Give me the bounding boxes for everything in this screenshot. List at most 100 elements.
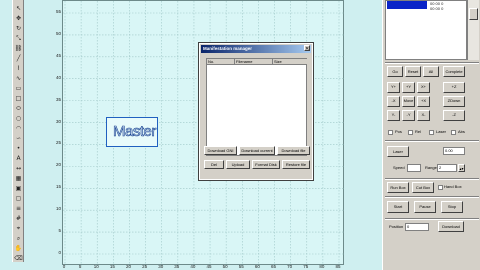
divider xyxy=(385,62,479,64)
scrollbar-thumb[interactable] xyxy=(469,8,478,20)
jog-left-button[interactable]: -X xyxy=(387,96,400,107)
snap-icon[interactable]: ⌖ xyxy=(14,224,23,233)
pause-button[interactable]: Pause xyxy=(414,201,436,213)
pos-checkbox-label: Pos xyxy=(395,129,402,134)
grid-icon[interactable]: # xyxy=(14,214,23,223)
column-header-no[interactable]: No. xyxy=(207,59,235,65)
text-icon[interactable]: A xyxy=(14,154,23,163)
laser-button[interactable]: Laser xyxy=(387,146,409,157)
move-icon[interactable]: ✥ xyxy=(14,14,23,23)
jog-up-button[interactable]: +Y xyxy=(402,82,415,93)
abs-checkbox[interactable] xyxy=(451,130,456,135)
dimension-icon[interactable]: ↔ xyxy=(14,164,23,173)
x-tick-label: 50 xyxy=(222,264,228,269)
y-tick-label: 5 xyxy=(58,228,61,234)
abs-checkbox-label: Abs xyxy=(458,129,465,134)
layer-list-scrollbar[interactable] xyxy=(467,0,479,60)
stop-button[interactable]: Stop xyxy=(441,201,463,213)
close-icon[interactable]: ✕ xyxy=(304,45,310,52)
z-down-button[interactable]: -Z xyxy=(443,110,465,121)
reset-button[interactable]: Reset xyxy=(405,66,421,77)
hatch-icon[interactable]: ▦ xyxy=(14,174,23,183)
ellipse-icon[interactable]: ⬭ xyxy=(14,104,23,113)
polyline-icon[interactable]: ⌇ xyxy=(14,64,23,73)
ungroup-icon[interactable]: ▢ xyxy=(14,194,23,203)
master-label-box[interactable]: Master xyxy=(106,117,158,147)
x-tick-label: 5 xyxy=(78,264,82,269)
circle-icon[interactable]: ○ xyxy=(14,114,23,123)
rotate-icon[interactable]: ↻ xyxy=(14,24,23,33)
y-tick-label: 40 xyxy=(55,74,61,80)
all-button[interactable]: All xyxy=(423,66,439,77)
selected-layer-swatch[interactable] xyxy=(387,1,427,9)
column-header-filename[interactable]: Filename xyxy=(235,59,273,65)
hand-box-checkbox[interactable] xyxy=(438,185,443,190)
layer-row[interactable]: 00 00 0 xyxy=(430,6,443,11)
spline-icon[interactable]: ∽ xyxy=(14,134,23,143)
arc-icon[interactable]: ◠ xyxy=(14,124,23,133)
download-file-button[interactable]: Download file xyxy=(277,146,310,155)
align-icon[interactable]: ≡ xyxy=(14,204,23,213)
speed-field[interactable] xyxy=(407,164,421,172)
jog-corner-button[interactable]: Y+ xyxy=(387,82,400,93)
download-button[interactable]: Download xyxy=(438,221,464,232)
zoom-icon[interactable]: ⌕ xyxy=(14,234,23,243)
y-tick-label: 15 xyxy=(55,184,61,190)
position-field[interactable]: 0 xyxy=(405,223,429,231)
speed-label: Speed xyxy=(393,165,405,170)
jog-right-button[interactable]: +X xyxy=(417,96,430,107)
line-icon[interactable]: ╱ xyxy=(14,54,23,63)
upload-button[interactable]: Upload xyxy=(226,160,250,169)
complete-button[interactable]: Complete xyxy=(443,66,465,77)
restore-file-button[interactable]: Restore file xyxy=(282,160,310,169)
x-tick-label: 55 xyxy=(238,264,244,269)
x-tick-label: 80 xyxy=(319,264,325,269)
cut-box-button[interactable]: Cut Box xyxy=(412,182,434,193)
run-box-button[interactable]: Run Box xyxy=(387,182,409,193)
x-tick-label: 25 xyxy=(142,264,148,269)
group-icon[interactable]: ▣ xyxy=(14,184,23,193)
y-tick-label: 20 xyxy=(55,162,61,168)
y-tick-label: 25 xyxy=(55,140,61,146)
jog-down-button[interactable]: -Y xyxy=(402,110,415,121)
square-icon[interactable]: □ xyxy=(14,94,23,103)
control-panel: 00 00 0 00 00 0 Go Reset All Complete Y+… xyxy=(382,0,480,270)
column-header-size[interactable]: Size xyxy=(273,59,307,65)
x-tick-label: 70 xyxy=(287,264,293,269)
z-up-button[interactable]: +Z xyxy=(443,82,465,93)
laser-checkbox-label: Laser xyxy=(436,129,447,134)
rel-checkbox[interactable] xyxy=(408,130,413,135)
jog-move-button[interactable]: Move xyxy=(402,96,415,107)
download-current-button[interactable]: Download current xyxy=(239,146,275,155)
node-icon[interactable]: • xyxy=(14,144,23,153)
start-button[interactable]: Start xyxy=(387,201,409,213)
pos-checkbox[interactable] xyxy=(388,130,393,135)
range-spinner[interactable]: ▴▾ xyxy=(458,164,465,172)
rectangle-icon[interactable]: ▭ xyxy=(14,84,23,93)
file-list[interactable]: No. Filename Size xyxy=(206,58,307,156)
pointer-icon[interactable]: ↖ xyxy=(14,4,23,13)
divider xyxy=(385,218,479,220)
z-down-move-button[interactable]: ZDown xyxy=(443,96,465,107)
x-tick-label: 0 xyxy=(62,264,66,269)
jog-corner-button[interactable]: X+ xyxy=(417,82,430,93)
y-tick-label: 50 xyxy=(55,30,61,36)
x-tick-label: 75 xyxy=(303,264,309,269)
erase-icon[interactable]: ⌫ xyxy=(14,254,23,263)
layer-list[interactable]: 00 00 0 00 00 0 xyxy=(385,0,467,60)
download-gni-button[interactable]: Download GNI xyxy=(204,146,237,155)
format-disk-button[interactable]: Format Disk xyxy=(252,160,280,169)
delete-button[interactable]: Del xyxy=(204,160,224,169)
go-button[interactable]: Go xyxy=(387,66,403,77)
scale-icon[interactable]: ⤡ xyxy=(14,34,23,43)
pan-icon[interactable]: ✋ xyxy=(14,244,23,253)
jog-corner-button[interactable]: Y- xyxy=(387,110,400,121)
jog-corner-button[interactable]: X- xyxy=(417,110,430,121)
link-icon[interactable]: ⛓ xyxy=(14,44,23,53)
x-tick-label: 15 xyxy=(109,264,115,269)
curve-icon[interactable]: ∿ xyxy=(14,74,23,83)
range-field[interactable]: 2 xyxy=(437,164,457,172)
laser-checkbox[interactable] xyxy=(429,130,434,135)
laser-power-field[interactable]: 0.00 xyxy=(443,147,465,155)
x-tick-label: 35 xyxy=(174,264,180,269)
